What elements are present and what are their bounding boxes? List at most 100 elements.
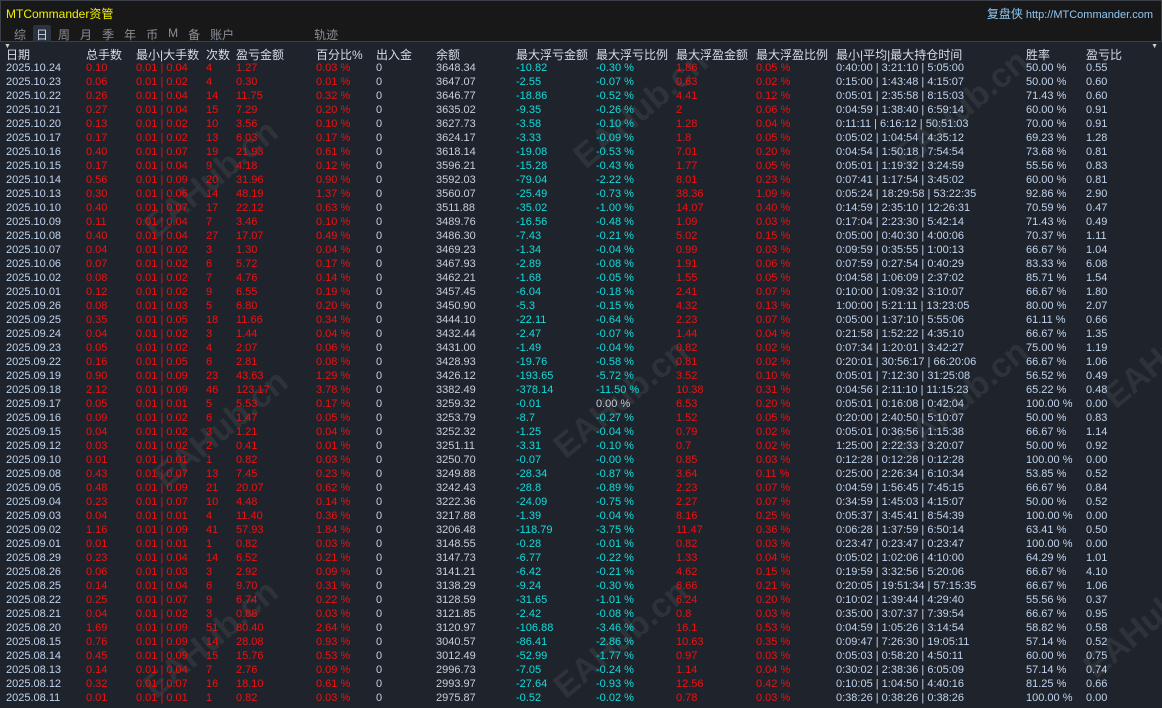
column-header-max-floating-loss-pct[interactable]: 最大浮亏比例 — [596, 46, 668, 63]
cell-max-floating-loss-pct: -11.50 % — [596, 384, 640, 396]
cell-date: 2025.09.25 — [6, 314, 62, 326]
tab-10[interactable]: 轨迹 — [311, 25, 341, 42]
table-row[interactable]: 2025.10.01 0.12 0.01 | 0.02 9 6.55 0.19 % 0 345… — [0, 286, 1162, 300]
table-row[interactable]: 2025.10.15 0.17 0.01 | 0.04 9 4.18 0.12 % 0 359… — [0, 160, 1162, 174]
tab-8[interactable]: 备 — [185, 25, 203, 42]
cell-holding-time: 0:09:59 | 0:35:55 | 1:00:13 — [836, 244, 965, 256]
table-row[interactable]: 2025.09.10 0.01 0.01 | 0.01 1 0.82 0.03 % 0 325… — [0, 454, 1162, 468]
brand[interactable]: 复盘侠 http://MTCommander.com — [987, 5, 1153, 22]
tab-7[interactable]: M — [165, 25, 181, 42]
column-header-balance[interactable]: 余额 — [436, 46, 460, 63]
table-row[interactable]: 2025.08.15 0.76 0.01 | 0.09 14 28.08 0.93 % 0 3… — [0, 636, 1162, 650]
table-row[interactable]: 2025.08.20 1.69 0.01 | 0.09 51 80.40 2.64 % 0 3… — [0, 622, 1162, 636]
table-row[interactable]: 2025.09.22 0.16 0.01 | 0.05 6 2.81 0.08 % 0 342… — [0, 356, 1162, 370]
column-header-total-lots[interactable]: 总手数 — [86, 46, 122, 63]
table-row[interactable]: 2025.08.25 0.14 0.01 | 0.04 6 9.70 0.31 % 0 313… — [0, 580, 1162, 594]
tab-4[interactable]: 季 — [99, 25, 117, 42]
cell-max-floating-loss: -19.08 — [516, 146, 548, 158]
cell-deposit-withdrawal: 0 — [376, 356, 383, 368]
table-row[interactable]: 2025.10.16 0.40 0.01 | 0.07 19 21.93 0.61 % 0 3… — [0, 146, 1162, 160]
cell-max-floating-profit: 1.52 — [676, 412, 698, 424]
table-row[interactable]: 2025.10.07 0.04 0.01 | 0.02 3 1.30 0.04 % 0 346… — [0, 244, 1162, 258]
table-row[interactable]: 2025.09.08 0.43 0.01 | 0.07 13 7.45 0.23 % 0 32… — [0, 468, 1162, 482]
cell-total-lots: 0.08 — [86, 300, 108, 312]
tab-5[interactable]: 年 — [121, 25, 139, 42]
table-row[interactable]: 2025.08.14 0.45 0.01 | 0.09 15 15.76 0.53 % 0 3… — [0, 650, 1162, 664]
tab-3[interactable]: 月 — [77, 25, 95, 42]
table-row[interactable]: 2025.08.29 0.23 0.01 | 0.04 14 6.52 0.21 % 0 31… — [0, 552, 1162, 566]
table-row[interactable]: 2025.09.12 0.03 0.01 | 0.02 2 0.41 0.01 % 0 325… — [0, 440, 1162, 454]
cell-pnl-amount: 15.76 — [236, 650, 264, 662]
cell-max-floating-profit: 4.32 — [676, 300, 698, 312]
table-row[interactable]: 2025.08.12 0.32 0.01 | 0.07 16 18.10 0.61 % 0 2… — [0, 678, 1162, 692]
column-header-max-floating-profit[interactable]: 最大浮盈金额 — [676, 46, 748, 63]
cell-min-max-lots: 0.01 | 0.09 — [136, 174, 188, 186]
cell-win-rate: 66.67 % — [1026, 328, 1067, 340]
column-header-win-rate[interactable]: 胜率 — [1026, 46, 1050, 63]
table-row[interactable]: 2025.10.02 0.08 0.01 | 0.02 7 4.76 0.14 % 0 346… — [0, 272, 1162, 286]
table-row[interactable]: 2025.10.08 0.40 0.01 | 0.04 27 17.07 0.49 % 0 3… — [0, 230, 1162, 244]
table-row[interactable]: 2025.09.26 0.08 0.01 | 0.03 5 6.80 0.20 % 0 345… — [0, 300, 1162, 314]
cell-pnl-percent: 0.03 % — [316, 454, 351, 466]
cell-max-floating-loss-pct: -0.04 % — [596, 244, 634, 256]
cell-deposit-withdrawal: 0 — [376, 202, 383, 214]
column-header-max-floating-profit-pct[interactable]: 最大浮盈比例 — [756, 46, 828, 63]
table-row[interactable]: 2025.09.02 1.16 0.01 | 0.09 41 57.93 1.84 % 0 3… — [0, 524, 1162, 538]
table-row[interactable]: 2025.10.22 0.26 0.01 | 0.04 14 11.75 0.32 % 0 3… — [0, 90, 1162, 104]
tab-6[interactable]: 币 — [143, 25, 161, 42]
table-row[interactable]: 2025.09.16 0.09 0.01 | 0.02 6 1.47 0.05 % 0 325… — [0, 412, 1162, 426]
cell-date: 2025.09.18 — [6, 384, 62, 396]
column-header-max-floating-loss[interactable]: 最大浮亏金额 — [516, 46, 588, 63]
cell-balance: 3450.90 — [436, 300, 476, 312]
column-header-min-max-lots[interactable]: 最小|大手数 — [136, 46, 199, 63]
table-row[interactable]: 2025.08.11 0.01 0.01 | 0.01 1 0.82 0.03 % 0 297… — [0, 692, 1162, 706]
cell-balance: 3141.21 — [436, 566, 476, 578]
column-header-deposit-withdrawal[interactable]: 出入金 — [376, 46, 412, 63]
column-header-holding-time[interactable]: 最小|平均|最大持仓时间 — [836, 46, 962, 63]
table-row[interactable]: 2025.10.23 0.06 0.01 | 0.02 4 0.30 0.01 % 0 364… — [0, 76, 1162, 90]
table-row[interactable]: 2025.10.21 0.27 0.01 | 0.04 15 7.29 0.20 % 0 36… — [0, 104, 1162, 118]
column-header-trade-count[interactable]: 次数 — [206, 46, 230, 63]
table-row[interactable]: 2025.10.09 0.11 0.01 | 0.04 7 3.46 0.10 % 0 348… — [0, 216, 1162, 230]
table-row[interactable]: 2025.09.05 0.48 0.01 | 0.09 21 20.07 0.62 % 0 3… — [0, 482, 1162, 496]
table-row[interactable]: 2025.08.13 0.14 0.01 | 0.04 7 2.76 0.09 % 0 299… — [0, 664, 1162, 678]
cell-balance: 3259.32 — [436, 398, 476, 410]
table-row[interactable]: 2025.10.17 0.17 0.01 | 0.02 13 6.03 0.17 % 0 36… — [0, 132, 1162, 146]
table-row[interactable]: 2025.09.03 0.04 0.01 | 0.01 4 11.40 0.36 % 0 32… — [0, 510, 1162, 524]
column-header-profit-loss-ratio[interactable]: 盈亏比 — [1086, 46, 1122, 63]
table-row[interactable]: 2025.09.24 0.04 0.01 | 0.02 3 1.44 0.04 % 0 343… — [0, 328, 1162, 342]
table-row[interactable]: 2025.10.14 0.56 0.01 | 0.09 20 31.96 0.90 % 0 3… — [0, 174, 1162, 188]
table-row[interactable]: 2025.10.24 0.10 0.01 | 0.04 4 1.27 0.03 % 0 364… — [0, 62, 1162, 76]
tab-9[interactable]: 账户 — [207, 25, 237, 42]
table-row[interactable]: 2025.08.22 0.25 0.01 | 0.07 9 6.74 0.22 % 0 312… — [0, 594, 1162, 608]
table-row[interactable]: 2025.09.01 0.01 0.01 | 0.01 1 0.82 0.03 % 0 314… — [0, 538, 1162, 552]
table-row[interactable]: 2025.09.15 0.04 0.01 | 0.02 3 1.21 0.04 % 0 325… — [0, 426, 1162, 440]
table-row[interactable]: 2025.10.20 0.13 0.01 | 0.02 10 3.56 0.10 % 0 36… — [0, 118, 1162, 132]
tab-2[interactable]: 周 — [55, 25, 73, 42]
cell-date: 2025.09.16 — [6, 412, 62, 424]
table-row[interactable]: 2025.10.10 0.40 0.01 | 0.07 17 22.12 0.63 % 0 3… — [0, 202, 1162, 216]
table-row[interactable]: 2025.10.13 0.30 0.01 | 0.06 14 48.19 1.37 % 0 3… — [0, 188, 1162, 202]
cell-max-floating-profit: 2.41 — [676, 286, 698, 298]
tab-0[interactable]: 综 — [11, 25, 29, 42]
table-row[interactable]: 2025.08.21 0.04 0.01 | 0.02 3 0.88 0.03 % 0 312… — [0, 608, 1162, 622]
table-row[interactable]: 2025.09.17 0.05 0.01 | 0.01 5 5.53 0.17 % 0 325… — [0, 398, 1162, 412]
table-row[interactable]: 2025.09.25 0.35 0.01 | 0.05 18 11.66 0.34 % 0 3… — [0, 314, 1162, 328]
table-row[interactable]: 2025.08.26 0.06 0.01 | 0.03 3 2.92 0.09 % 0 314… — [0, 566, 1162, 580]
cell-pnl-amount: 43.63 — [236, 370, 264, 382]
cell-pnl-percent: 0.04 % — [316, 244, 351, 256]
cell-balance: 3596.21 — [436, 160, 476, 172]
brand-url-link[interactable]: http://MTCommander.com — [1026, 9, 1153, 21]
cell-balance: 3646.77 — [436, 90, 476, 102]
table-row[interactable]: 2025.09.18 2.12 0.01 | 0.09 46 123.17 3.78 % 0… — [0, 384, 1162, 398]
table-row[interactable]: 2025.09.23 0.05 0.01 | 0.02 4 2.07 0.06 % 0 343… — [0, 342, 1162, 356]
column-header-pnl-percent[interactable]: 百分比% — [316, 46, 363, 63]
cell-holding-time: 0:06:28 | 1:37:59 | 6:50:14 — [836, 524, 965, 536]
table-row[interactable]: 2025.10.06 0.07 0.01 | 0.02 6 5.72 0.17 % 0 346… — [0, 258, 1162, 272]
table-row[interactable]: 2025.09.19 0.90 0.01 | 0.09 23 43.63 1.29 % 0 3… — [0, 370, 1162, 384]
cell-max-floating-loss: -24.09 — [516, 496, 548, 508]
column-header-date[interactable]: 日期 — [6, 46, 30, 63]
column-header-pnl-amount[interactable]: 盈亏金额 — [236, 46, 284, 63]
tab-1[interactable]: 日 — [33, 25, 52, 42]
table-row[interactable]: 2025.09.04 0.23 0.01 | 0.07 10 4.48 0.14 % 0 32… — [0, 496, 1162, 510]
